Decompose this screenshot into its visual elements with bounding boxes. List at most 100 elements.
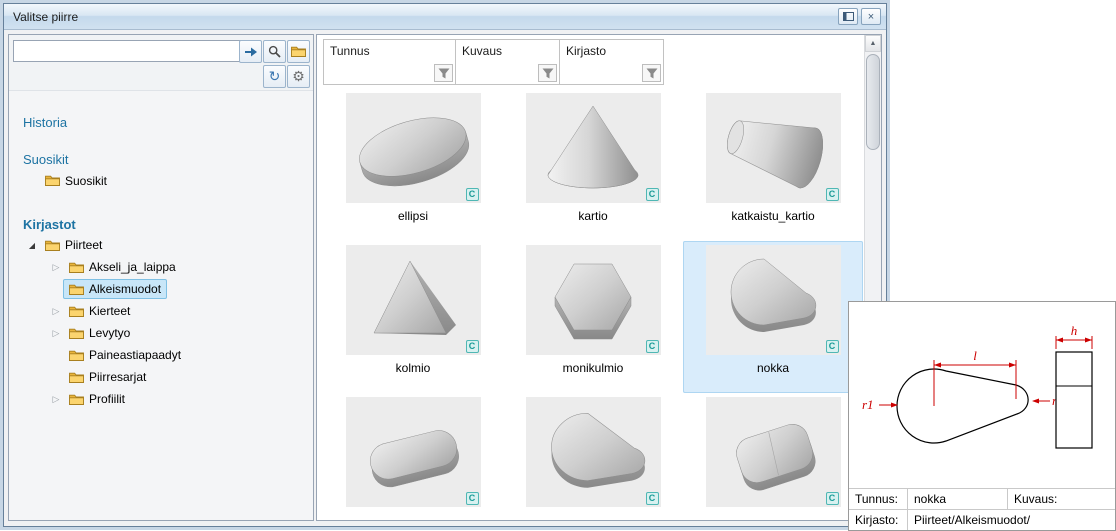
kirjasto-label: Kirjasto: [849,510,907,530]
expander-collapsed-icon[interactable]: ▷ [49,394,63,405]
refresh-button[interactable]: ↻ [263,65,286,88]
tree-row-content[interactable]: Levytyo [63,323,136,343]
nav-historia[interactable]: Historia [23,115,313,130]
thumbnail-roundblock[interactable]: C [706,397,841,507]
nav-suosikit[interactable]: Suosikit [23,152,313,167]
preview-row-kirjasto: Kirjasto: Piirteet/Alkeismuodot/ [849,509,1115,530]
filter-button-kuvaus[interactable] [538,64,557,82]
filter-button-kirjasto[interactable] [642,64,661,82]
tree-item-label: Paineastiapaadyt [89,348,181,362]
component-badge: C [826,492,839,505]
folder-icon [45,174,60,189]
folder-icon [69,371,84,383]
folder-icon [69,327,84,339]
search-button[interactable] [263,40,286,63]
valitse-piirre-window: Valitse piirre × [3,3,887,527]
tree-item-alkeismuodot[interactable]: Alkeismuodot [9,278,313,300]
expander-collapsed-icon[interactable]: ▷ [49,306,63,317]
grid-item-label: ellipsi [323,209,503,224]
grid-item-label [683,513,863,521]
column-header-label: Kuvaus [456,40,559,62]
browse-folder-button[interactable] [287,40,310,63]
thumbnail-disc[interactable]: C [346,93,481,203]
expander-expanded-icon[interactable]: ◢ [25,241,39,250]
thumbnail-wedge[interactable]: C [346,245,481,355]
tree-item-kierteet[interactable]: ▷ Kierteet [9,300,313,322]
tree-item-akseli_ja_laippa[interactable]: ▷Akseli_ja_laippa [9,256,313,278]
column-header-kuvaus[interactable]: Kuvaus [455,39,560,85]
favorites-folder-item[interactable]: Suosikit [45,171,313,191]
tree-row-content[interactable]: Profiilit [63,389,131,409]
component-badge: C [466,492,479,505]
tree-item-levytyo[interactable]: ▷Levytyo [9,322,313,344]
grid-item-katkaistu_kartio[interactable]: Ckatkaistu_kartio [683,89,863,241]
tree-row-content[interactable]: Piirresarjat [63,367,152,387]
grid-item-label [503,513,683,521]
tree-row-content[interactable]: Akseli_ja_laippa [63,257,182,277]
grid-item-label: kartio [503,209,683,224]
component-badge: C [826,340,839,353]
grid-item-ellipsi[interactable]: Cellipsi [323,89,503,241]
column-headers: TunnusKuvausKirjasto [323,39,881,85]
tree-item-profiilit[interactable]: ▷ Profiilit [9,388,313,410]
grid-item-kartio[interactable]: Ckartio [503,89,683,241]
expander-collapsed-icon[interactable]: ▷ [49,328,63,339]
settings-button[interactable]: ⚙ [287,65,310,88]
thumbnail-slot[interactable]: C [346,397,481,507]
grid-item-unnamed-7[interactable]: C [503,393,683,521]
column-header-kirjasto[interactable]: Kirjasto [559,39,664,85]
grid-item-label: kolmio [323,361,503,376]
thumbnail-cam2[interactable]: C [526,397,661,507]
sidebar: ↻ ⚙ Historia Suosikit Suosikit Kirjastot… [8,34,314,521]
library-tree: ◢Piirteet▷Akseli_ja_laippaAlkeismuodot▷K… [9,234,313,410]
sidebar-toolbar: ↻ ⚙ [9,35,313,91]
expander-collapsed-icon[interactable]: ▷ [49,262,63,273]
kuvaus-label: Kuvaus: [1007,489,1115,509]
tree-item-piirresarjat[interactable]: Piirresarjat [9,366,313,388]
tunnus-value: nokka [907,489,1007,509]
tree-row-content[interactable]: Paineastiapaadyt [63,345,187,365]
feature-list-panel: TunnusKuvausKirjasto CellipsiCkartioCkat… [316,34,882,521]
component-badge: C [466,188,479,201]
nav-kirjastot[interactable]: Kirjastot [23,217,313,232]
thumbnail-hexprism[interactable]: C [526,245,661,355]
titlebar[interactable]: Valitse piirre × [4,4,886,30]
close-button[interactable]: × [861,8,881,25]
filter-button-tunnus[interactable] [434,64,453,82]
grid-item-monikulmio[interactable]: Cmonikulmio [503,241,683,393]
preview-row-tunnus: Tunnus: nokka Kuvaus: [849,488,1115,509]
column-header-tunnus[interactable]: Tunnus [323,39,456,85]
tree-item-piirteet[interactable]: ◢ Piirteet [9,234,313,256]
grid-item-nokka[interactable]: Cnokka [683,241,863,393]
thumbnail-cone[interactable]: C [526,93,661,203]
grid-item-unnamed-8[interactable]: C [683,393,863,521]
component-badge: C [646,340,659,353]
refresh-icon: ↻ [269,68,281,85]
pin-panel-button[interactable] [838,8,858,25]
scrollbar-thumb[interactable] [866,54,880,150]
grid-item-unnamed-6[interactable]: C [323,393,503,521]
tree-item-paineastiapaadyt[interactable]: Paineastiapaadyt [9,344,313,366]
filter-funnel-icon [646,68,658,79]
tree-item-label: Piirteet [65,238,102,252]
filter-funnel-icon [542,68,554,79]
dim-r1-label: r1 [862,397,874,412]
tree-selection[interactable]: Alkeismuodot [63,279,167,299]
feature-dimension-sketch: l r1 r2 h [849,302,1115,488]
tree-item-label: Kierteet [89,304,130,318]
tree-item-label: Profiilit [89,392,125,406]
grid-item-label [323,513,503,521]
go-button[interactable] [239,40,262,63]
grid-item-kolmio[interactable]: Ckolmio [323,241,503,393]
grid-item-label: katkaistu_kartio [683,209,863,224]
search-input[interactable] [13,40,241,62]
component-badge: C [646,492,659,505]
scroll-up-button[interactable]: ▲ [865,35,881,52]
thumbnail-cam[interactable]: C [706,245,841,355]
grid-item-label: monikulmio [503,361,683,376]
thumbnail-frustum[interactable]: C [706,93,841,203]
feature-grid: CellipsiCkartioCkatkaistu_kartioCkolmioC… [323,89,863,521]
tree-row-content[interactable]: Piirteet [39,235,108,255]
tree-row-content[interactable]: Kierteet [63,301,136,321]
window-title: Valitse piirre [13,10,835,24]
